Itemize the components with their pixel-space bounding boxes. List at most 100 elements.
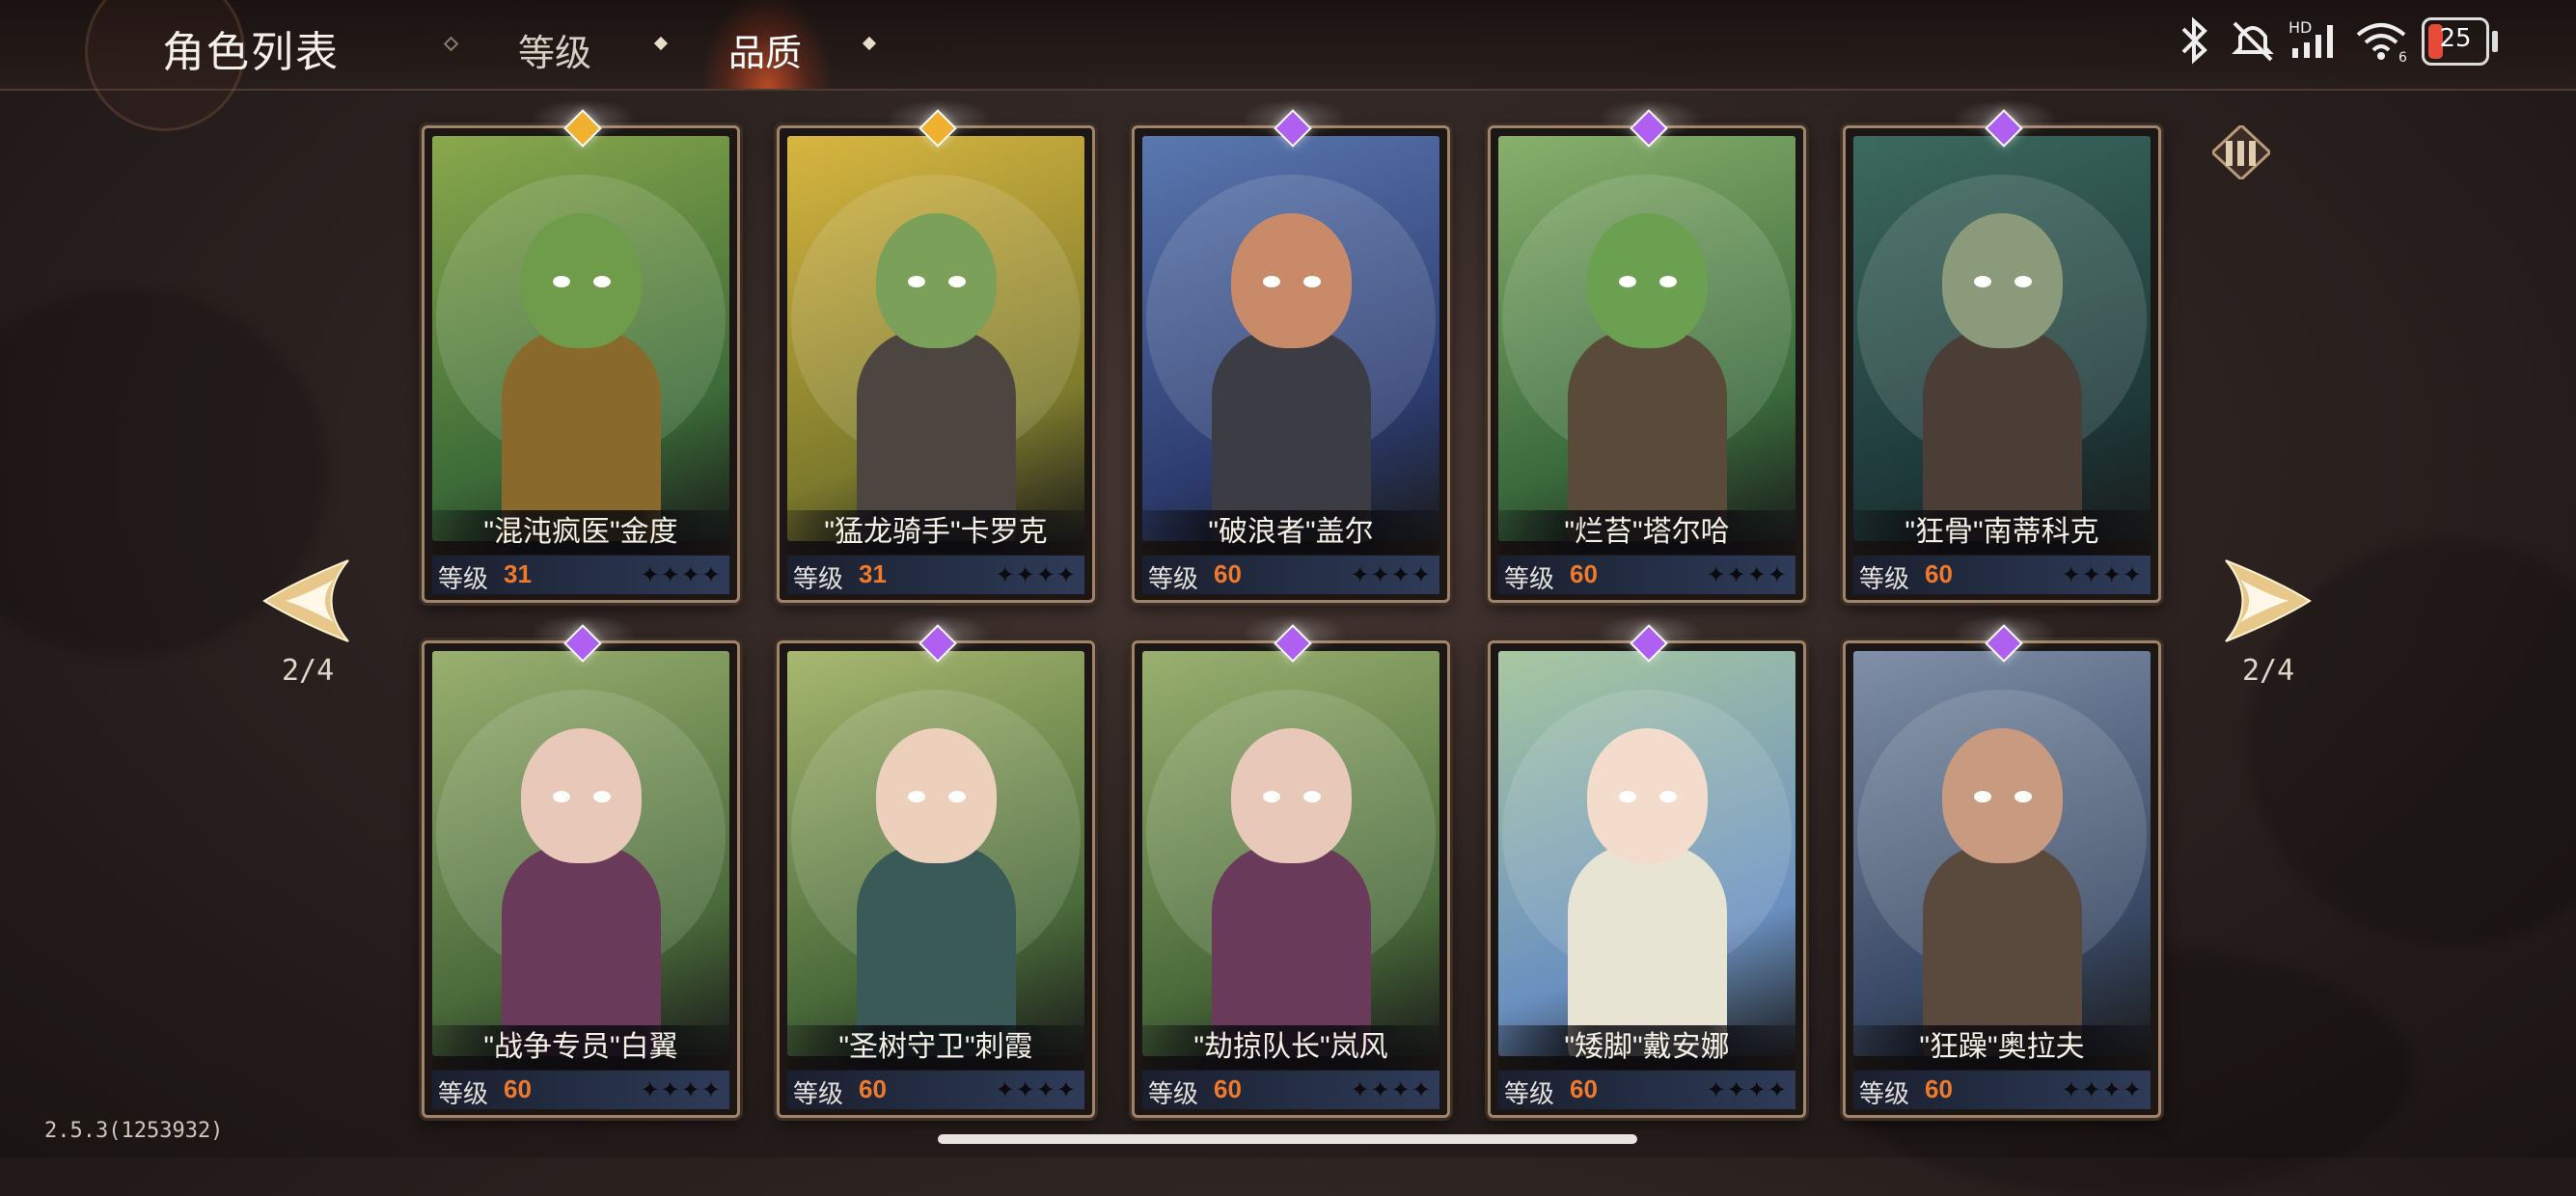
character-body	[1212, 844, 1371, 1056]
battery-tip	[2492, 31, 2498, 52]
character-eye	[1303, 791, 1321, 802]
tab-separator-icon	[653, 36, 669, 51]
level-value: 60	[1214, 1074, 1242, 1103]
character-head	[521, 728, 642, 863]
character-portrait	[1853, 651, 2151, 1056]
version-label: 2.5.3(1253932)	[44, 1119, 224, 1143]
character-head	[521, 213, 642, 348]
grid-menu-icon[interactable]	[2212, 125, 2270, 179]
level-label: 等级	[438, 564, 489, 593]
character-eye	[593, 276, 611, 287]
character-head	[876, 728, 997, 863]
wifi-6-label: 6	[2398, 50, 2407, 66]
level-value: 60	[859, 1074, 887, 1103]
hd-label: HD	[2288, 18, 2312, 37]
character-name: "烂苔"塔尔哈	[1498, 510, 1795, 555]
character-eye	[1659, 276, 1677, 287]
star-rating-icon: ✦✦✦✦	[1350, 1076, 1432, 1103]
level-row: 等级 60 ✦✦✦✦	[1853, 1071, 2151, 1109]
character-eye	[2014, 791, 2032, 802]
character-body	[1568, 844, 1727, 1056]
level-row: 等级 60 ✦✦✦✦	[787, 1071, 1084, 1109]
character-card[interactable]: "烂苔"塔尔哈 等级 60 ✦✦✦✦	[1488, 99, 1806, 603]
character-card[interactable]: "混沌疯医"金度 等级 31 ✦✦✦✦	[422, 99, 740, 603]
level-label: 等级	[793, 564, 844, 593]
character-name: "猛龙骑手"卡罗克	[787, 510, 1084, 555]
character-eye	[1263, 276, 1280, 287]
level-row: 等级 60 ✦✦✦✦	[1498, 1071, 1795, 1109]
character-name: "圣树守卫"刺霞	[787, 1025, 1084, 1070]
level-label: 等级	[1504, 1079, 1555, 1108]
tab-quality[interactable]: 品质	[728, 23, 802, 76]
level-value: 60	[1925, 1074, 1953, 1103]
level-value: 31	[504, 559, 532, 588]
star-rating-icon: ✦✦✦✦	[1350, 561, 1432, 588]
character-card[interactable]: "狂骨"南蒂科克 等级 60 ✦✦✦✦	[1843, 99, 2161, 603]
character-eye	[1619, 276, 1636, 287]
level-label: 等级	[1148, 564, 1199, 593]
character-card[interactable]: "破浪者"盖尔 等级 60 ✦✦✦✦	[1132, 99, 1450, 603]
prev-page-arrow-icon[interactable]	[257, 553, 353, 649]
character-portrait	[1498, 136, 1795, 541]
level-value: 31	[859, 559, 887, 588]
top-bar: 角色列表 等级 品质 HD 6 25	[0, 0, 2576, 131]
character-head	[1942, 213, 2063, 348]
home-indicator[interactable]	[938, 1134, 1637, 1144]
level-label: 等级	[1859, 1079, 1910, 1108]
character-head	[1587, 728, 1708, 863]
character-body	[1212, 329, 1371, 541]
character-eye	[553, 791, 570, 802]
character-card[interactable]: "圣树守卫"刺霞 等级 60 ✦✦✦✦	[777, 614, 1095, 1118]
level-value: 60	[1570, 559, 1598, 588]
character-portrait	[787, 136, 1084, 541]
battery-percentage: 25	[2439, 24, 2472, 53]
character-body	[502, 844, 661, 1056]
page-title: 角色列表	[162, 29, 340, 76]
character-portrait	[1498, 651, 1795, 1056]
character-name: "狂骨"南蒂科克	[1853, 510, 2151, 555]
character-eye	[948, 276, 966, 287]
character-portrait	[432, 651, 729, 1056]
star-rating-icon: ✦✦✦✦	[1706, 561, 1788, 588]
character-head	[1231, 728, 1352, 863]
character-card[interactable]: "战争专员"白翼 等级 60 ✦✦✦✦	[422, 614, 740, 1118]
character-body	[1568, 329, 1727, 541]
character-body	[857, 329, 1016, 541]
level-row: 等级 31 ✦✦✦✦	[787, 556, 1084, 594]
character-head	[1587, 213, 1708, 348]
character-name: "破浪者"盖尔	[1142, 510, 1439, 555]
hd-signal-icon: HD	[2287, 14, 2344, 76]
level-row: 等级 60 ✦✦✦✦	[1142, 556, 1439, 594]
character-card[interactable]: "狂躁"奥拉夫 等级 60 ✦✦✦✦	[1843, 614, 2161, 1118]
battery-icon: 25	[2422, 17, 2489, 66]
character-head	[1942, 728, 2063, 863]
character-name: "矮脚"戴安娜	[1498, 1025, 1795, 1070]
character-card[interactable]: "矮脚"戴安娜 等级 60 ✦✦✦✦	[1488, 614, 1806, 1118]
tab-level[interactable]: 等级	[518, 23, 591, 76]
level-row: 等级 60 ✦✦✦✦	[432, 1071, 729, 1109]
character-card[interactable]: "猛龙骑手"卡罗克 等级 31 ✦✦✦✦	[777, 99, 1095, 603]
character-body	[857, 844, 1016, 1056]
tab-separator-icon	[862, 36, 877, 51]
character-eye	[948, 791, 966, 802]
character-body	[502, 329, 661, 541]
right-page-indicator: 2/4	[2242, 654, 2295, 688]
character-portrait	[1142, 651, 1439, 1056]
character-card[interactable]: "劫掠队长"岚风 等级 60 ✦✦✦✦	[1132, 614, 1450, 1118]
star-rating-icon: ✦✦✦✦	[1706, 1076, 1788, 1103]
character-eye	[1659, 791, 1677, 802]
level-row: 等级 31 ✦✦✦✦	[432, 556, 729, 594]
level-label: 等级	[1859, 564, 1910, 593]
level-label: 等级	[1504, 564, 1555, 593]
tab-separator-icon	[443, 36, 459, 52]
character-portrait	[1142, 136, 1439, 541]
character-portrait	[432, 136, 729, 541]
level-value: 60	[1214, 559, 1242, 588]
character-head	[1231, 213, 1352, 348]
character-eye	[1619, 791, 1636, 802]
next-page-arrow-icon[interactable]	[2221, 553, 2317, 649]
character-eye	[1303, 276, 1321, 287]
character-eye	[1974, 276, 1991, 287]
star-rating-icon: ✦✦✦✦	[2061, 561, 2143, 588]
level-value: 60	[504, 1074, 532, 1103]
